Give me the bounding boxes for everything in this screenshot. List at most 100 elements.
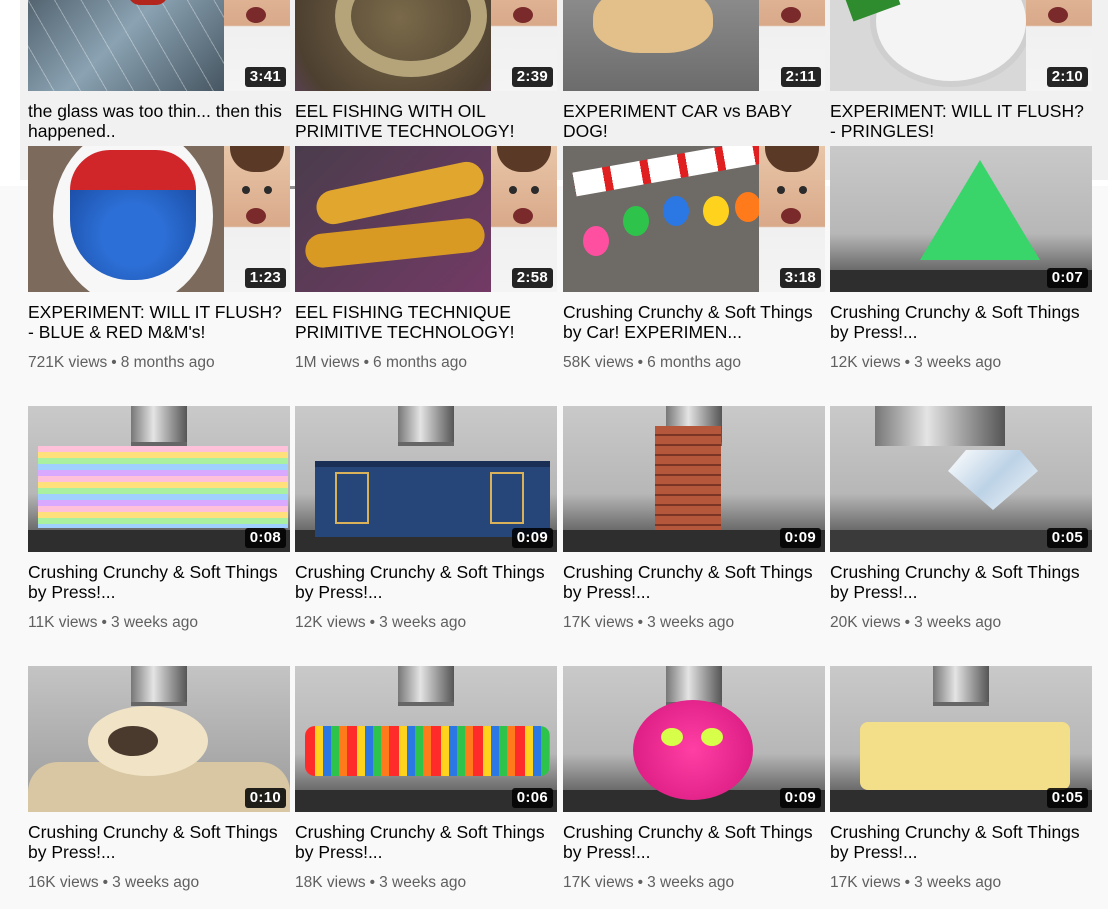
video-card[interactable]: 0:09 Crushing Crunchy & Soft Things by Pr… — [295, 406, 557, 634]
duration-badge: 3:41 — [244, 67, 286, 87]
view-count: 11K views — [28, 614, 98, 631]
duration-badge: 0:09 — [779, 788, 821, 808]
duration-badge: 0:08 — [244, 528, 286, 548]
meta-separator: • — [904, 874, 911, 891]
video-card[interactable]: 1:23 EXPERIMENT: WILL IT FLUSH? - BLUE & … — [28, 146, 290, 374]
upload-age: 3 weeks ago — [647, 614, 735, 631]
video-thumbnail[interactable]: 0:09 — [563, 666, 825, 812]
upload-age: 3 weeks ago — [914, 614, 1002, 631]
duration-badge: 0:05 — [1046, 528, 1088, 548]
video-meta: 18K views • 3 weeks ago — [295, 872, 557, 894]
video-title[interactable]: Crushing Crunchy & Soft Things by Car! E… — [563, 302, 825, 342]
video-thumbnail[interactable]: 0:08 — [28, 406, 290, 552]
view-count: 18K views — [295, 874, 366, 891]
view-count: 17K views — [563, 874, 634, 891]
video-title[interactable]: EEL FISHING TECHNIQUE PRIMITIVE TECHNOLO… — [295, 302, 557, 342]
video-thumbnail[interactable]: 0:09 — [295, 406, 557, 552]
upload-age: 3 weeks ago — [379, 614, 467, 631]
meta-separator: • — [637, 614, 644, 631]
duration-badge: 2:58 — [511, 268, 553, 288]
video-card[interactable]: 0:09 Crushing Crunchy & Soft Things by Pr… — [563, 666, 825, 894]
video-title[interactable]: EXPERIMENT: WILL IT FLUSH? - BLUE & RED … — [28, 302, 290, 342]
video-card[interactable]: 0:09 Crushing Crunchy & Soft Things by Pr… — [563, 406, 825, 634]
view-count: 16K views — [28, 874, 99, 891]
video-title[interactable]: Crushing Crunchy & Soft Things by Press!… — [295, 562, 557, 602]
meta-separator: • — [363, 354, 370, 371]
video-thumbnail[interactable]: 0:05 — [830, 666, 1092, 812]
duration-badge: 0:05 — [1046, 788, 1088, 808]
video-thumbnail[interactable]: 2:11 — [563, 0, 825, 91]
meta-separator: • — [101, 614, 107, 631]
video-title[interactable]: EXPERIMENT CAR vs BABY DOG! — [563, 101, 825, 141]
upload-age: 3 weeks ago — [914, 874, 1002, 891]
video-meta: 20K views • 3 weeks ago — [830, 612, 1092, 634]
upload-age: 3 weeks ago — [647, 874, 735, 891]
video-thumbnail[interactable]: 2:10 — [830, 0, 1092, 91]
video-meta: 17K views • 3 weeks ago — [563, 872, 825, 894]
video-thumbnail[interactable]: 0:06 — [295, 666, 557, 812]
view-count: 20K views — [830, 614, 901, 631]
video-thumbnail[interactable]: 3:18 — [563, 146, 825, 292]
video-title[interactable]: EXPERIMENT: WILL IT FLUSH? - PRINGLES! — [830, 101, 1092, 141]
duration-badge: 1:23 — [244, 268, 286, 288]
view-count: 12K views — [295, 614, 366, 631]
video-meta: 1M views • 6 months ago — [295, 352, 557, 374]
upload-age: 3 weeks ago — [914, 354, 1002, 371]
meta-separator: • — [369, 874, 376, 891]
video-card[interactable]: 2:58 EEL FISHING TECHNIQUE PRIMITIVE TECH… — [295, 146, 557, 374]
video-card[interactable]: 0:05 Crushing Crunchy & Soft Things by Pr… — [830, 406, 1092, 634]
video-card[interactable]: 0:07 Crushing Crunchy & Soft Things by Pr… — [830, 146, 1092, 374]
video-meta: 16K views • 3 weeks ago — [28, 872, 290, 894]
video-card[interactable]: 0:06 Crushing Crunchy & Soft Things by Pr… — [295, 666, 557, 894]
view-count: 17K views — [563, 614, 634, 631]
video-thumbnail[interactable]: 0:07 — [830, 146, 1092, 292]
meta-separator: • — [637, 874, 644, 891]
video-title[interactable]: Crushing Crunchy & Soft Things by Press!… — [28, 822, 290, 862]
view-count: 17K views — [830, 874, 901, 891]
video-thumbnail[interactable]: 2:58 — [295, 146, 557, 292]
video-title[interactable]: EEL FISHING WITH OIL PRIMITIVE TECHNOLOG… — [295, 101, 557, 141]
duration-badge: 2:39 — [511, 67, 553, 87]
video-meta: 17K views • 3 weeks ago — [830, 872, 1092, 894]
view-count: 1M views — [295, 354, 360, 371]
upload-age: 3 weeks ago — [112, 874, 200, 891]
video-card[interactable]: 0:05 Crushing Crunchy & Soft Things by Pr… — [830, 666, 1092, 894]
video-title[interactable]: Crushing Crunchy & Soft Things by Press!… — [830, 302, 1092, 342]
view-count: 12K views — [830, 354, 901, 371]
video-thumbnail[interactable]: 3:41 — [28, 0, 290, 91]
video-thumbnail[interactable]: 0:10 — [28, 666, 290, 812]
video-title[interactable]: Crushing Crunchy & Soft Things by Press!… — [563, 562, 825, 602]
duration-badge: 2:11 — [780, 67, 821, 87]
meta-separator: • — [111, 354, 117, 371]
upload-age: 6 months ago — [647, 354, 742, 371]
video-title[interactable]: Crushing Crunchy & Soft Things by Press!… — [830, 562, 1092, 602]
meta-separator: • — [904, 614, 911, 631]
meta-separator: • — [904, 354, 911, 371]
video-meta: 12K views • 3 weeks ago — [830, 352, 1092, 374]
duration-badge: 0:10 — [244, 788, 286, 808]
video-card[interactable]: 0:08 Crushing Crunchy & Soft Things by Pr… — [28, 406, 290, 634]
duration-badge: 0:09 — [779, 528, 821, 548]
video-meta: 12K views • 3 weeks ago — [295, 612, 557, 634]
video-title[interactable]: Crushing Crunchy & Soft Things by Press!… — [563, 822, 825, 862]
video-title[interactable]: Crushing Crunchy & Soft Things by Press!… — [830, 822, 1092, 862]
video-meta: 58K views • 6 months ago — [563, 352, 825, 374]
video-thumbnail[interactable]: 2:39 — [295, 0, 557, 91]
video-title[interactable]: Crushing Crunchy & Soft Things by Press!… — [295, 822, 557, 862]
duration-badge: 0:06 — [511, 788, 553, 808]
video-meta: 17K views • 3 weeks ago — [563, 612, 825, 634]
video-card[interactable]: 0:10 Crushing Crunchy & Soft Things by Pr… — [28, 666, 290, 894]
view-count: 721K views — [28, 354, 108, 371]
view-count: 58K views — [563, 354, 634, 371]
video-card[interactable]: 3:18 Crushing Crunchy & Soft Things by Ca… — [563, 146, 825, 374]
video-thumbnail[interactable]: 1:23 — [28, 146, 290, 292]
meta-separator: • — [369, 614, 376, 631]
video-title[interactable]: Crushing Crunchy & Soft Things by Press!… — [28, 562, 290, 602]
duration-badge: 0:09 — [511, 528, 553, 548]
video-thumbnail[interactable]: 0:09 — [563, 406, 825, 552]
video-title[interactable]: the glass was too thin... then this happ… — [28, 101, 290, 141]
video-thumbnail[interactable]: 0:05 — [830, 406, 1092, 552]
video-meta: 721K views • 8 months ago — [28, 352, 290, 374]
upload-age: 6 months ago — [373, 354, 467, 371]
duration-badge: 3:18 — [779, 268, 821, 288]
